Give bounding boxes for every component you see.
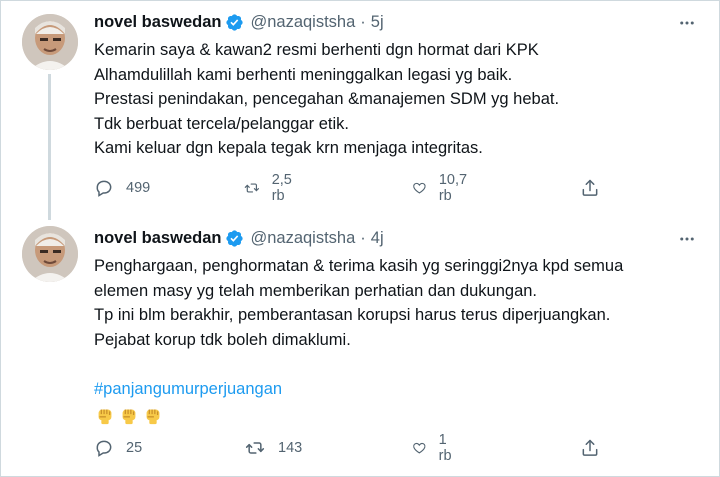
raised-fist-emoji bbox=[98, 409, 112, 425]
verified-badge-icon bbox=[225, 229, 244, 248]
reply-button[interactable]: 499 bbox=[94, 176, 150, 200]
tweet-text: Penghargaan, penghormatan & terima kasih… bbox=[94, 254, 690, 426]
like-button[interactable]: 10,7 rb bbox=[412, 172, 472, 204]
heart-icon bbox=[413, 442, 426, 454]
author-name[interactable]: novel baswedan bbox=[94, 229, 221, 248]
reply-button[interactable]: 25 bbox=[94, 436, 142, 460]
tweet-text-line: Prestasi penindakan, pencegahan &manajem… bbox=[94, 90, 560, 108]
more-dots-icon[interactable] bbox=[676, 12, 698, 34]
tweet-text-line: Alhamdulillah kami berhenti meninggalkan… bbox=[94, 65, 513, 84]
avatar[interactable] bbox=[22, 14, 78, 70]
tweet-text-line: Penghargaan, penghormatan & terima kasih… bbox=[94, 257, 624, 275]
author-handle[interactable]: @nazaqistsha bbox=[250, 229, 355, 248]
more-dots-icon[interactable] bbox=[676, 228, 698, 250]
reply-icon bbox=[96, 180, 112, 197]
like-button[interactable]: 1 rb bbox=[412, 432, 457, 464]
tweet[interactable]: novel baswedan @nazaqistsha · 4j Penghar… bbox=[0, 220, 720, 477]
tweet[interactable]: novel baswedan @nazaqistsha · 5j Kemarin… bbox=[0, 0, 720, 220]
tweet-header: novel baswedan @nazaqistsha · 5j bbox=[94, 10, 384, 34]
author-handle[interactable]: @nazaqistsha bbox=[250, 13, 355, 32]
retweet-count: 143 bbox=[278, 440, 303, 456]
tweet-text-line: elemen masy yg telah memberikan perhatia… bbox=[94, 281, 538, 300]
share-icon bbox=[582, 439, 598, 456]
tweet-text-line: Tp ini blm berakhir, pemberantasan korup… bbox=[94, 306, 611, 324]
retweet-button[interactable]: 143 bbox=[244, 436, 302, 460]
tweet-text-line: Kemarin saya & kawan2 resmi berhenti dgn… bbox=[94, 41, 539, 59]
emoji-row bbox=[94, 404, 690, 426]
hashtag-link[interactable]: #panjangumurperjuangan bbox=[94, 377, 690, 402]
timestamp[interactable]: 4j bbox=[371, 229, 384, 248]
author-name[interactable]: novel baswedan bbox=[94, 13, 221, 32]
reply-icon bbox=[96, 440, 112, 457]
avatar[interactable] bbox=[22, 226, 78, 282]
raised-fist-emoji bbox=[146, 409, 160, 425]
heart-icon bbox=[413, 182, 426, 194]
raised-fist-emoji bbox=[122, 409, 136, 425]
tweet-text-line: Pejabat korup tdk boleh dimaklumi. bbox=[94, 330, 351, 349]
verified-badge-icon bbox=[225, 13, 244, 32]
tweet-text-line: Tdk berbuat tercela/pelanggar etik. bbox=[94, 114, 349, 133]
separator-dot: · bbox=[360, 228, 366, 247]
retweet-button[interactable]: 2,5 rb bbox=[244, 172, 298, 204]
reply-count: 25 bbox=[126, 440, 143, 456]
tweet-text-line: Kami keluar dgn kepala tegak krn menjaga… bbox=[94, 139, 483, 157]
retweet-count: 2,5 rb bbox=[271, 172, 292, 204]
share-button[interactable] bbox=[580, 436, 600, 460]
share-button[interactable] bbox=[580, 176, 600, 200]
share-icon bbox=[582, 179, 598, 196]
like-count: 1 rb bbox=[438, 432, 452, 464]
timestamp[interactable]: 5j bbox=[371, 13, 384, 32]
tweet-text: Kemarin saya & kawan2 resmi berhenti dgn… bbox=[94, 38, 690, 161]
retweet-icon bbox=[244, 183, 259, 193]
reply-count: 499 bbox=[126, 180, 151, 196]
retweet-icon bbox=[245, 442, 265, 454]
like-count: 10,7 rb bbox=[438, 172, 468, 204]
tweet-header: novel baswedan @nazaqistsha · 4j bbox=[94, 226, 384, 250]
separator-dot: · bbox=[360, 12, 366, 31]
thread-connector bbox=[48, 74, 51, 220]
